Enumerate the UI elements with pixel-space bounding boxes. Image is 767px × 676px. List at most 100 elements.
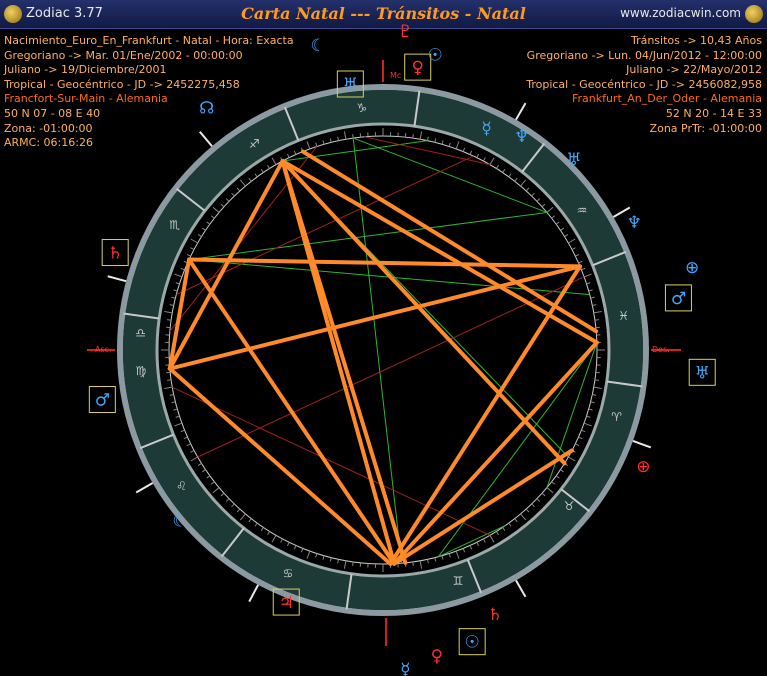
descendant-label: Des. (652, 345, 670, 354)
zodiac-sign-glyph: ♒ (577, 204, 588, 218)
degree-tick (180, 429, 185, 433)
house-cusp-tick (632, 440, 652, 449)
zodiac-sign-glyph: ♈ (611, 410, 622, 424)
degree-tick (568, 456, 576, 462)
zodiac-sign-glyph: ♓ (618, 309, 629, 323)
house-cusp-tick (515, 579, 527, 598)
degree-tick (502, 168, 506, 173)
house-cusp-tick (248, 584, 260, 603)
degree-tick (555, 221, 560, 225)
uranus-icon-3[interactable]: ♅ (695, 363, 710, 383)
degree-tick (206, 475, 211, 479)
degree-tick (329, 557, 332, 562)
pof-icon[interactable]: ⊕ (636, 457, 650, 477)
degree-tick (448, 142, 451, 147)
degree-tick (560, 227, 565, 231)
mercury-icon[interactable]: ☿ (481, 119, 491, 139)
zodiac-sign-glyph: ♏ (169, 218, 180, 232)
degree-tick (201, 469, 206, 473)
degree-tick (190, 456, 198, 462)
saturn-icon[interactable]: ♄ (108, 244, 123, 264)
degree-tick (337, 136, 339, 141)
degree-tick (174, 273, 183, 278)
degree-tick (322, 140, 325, 145)
uranus-icon[interactable]: ♅ (343, 75, 358, 95)
degree-tick (525, 508, 530, 513)
moon-icon[interactable]: ☾ (172, 511, 187, 531)
moon-icon-2[interactable]: ☾ (311, 36, 326, 56)
degree-tick (541, 203, 546, 208)
degree-tick (267, 531, 271, 536)
degree-tick (427, 559, 429, 564)
degree-tick (225, 198, 230, 202)
degree-tick (520, 513, 527, 521)
hard-aspect-line (187, 257, 582, 269)
degree-tick (210, 481, 215, 485)
degree-tick (483, 538, 486, 543)
pluto-icon[interactable]: ♇ (398, 22, 413, 42)
degree-tick (514, 518, 518, 523)
degree-tick (286, 153, 290, 158)
node-icon[interactable]: ☊ (199, 98, 214, 118)
jupiter-icon[interactable]: ♃ (279, 593, 294, 613)
degree-tick (469, 150, 473, 155)
degree-tick (206, 221, 211, 225)
mercury-icon-2[interactable]: ☿ (400, 660, 410, 676)
degree-tick (531, 192, 535, 197)
degree-tick (343, 131, 347, 140)
mars-icon-2[interactable]: ♂ (671, 289, 686, 309)
degree-tick (306, 141, 311, 150)
zodiac-sign-glyph: ♑ (356, 101, 367, 115)
degree-tick (171, 401, 176, 404)
degree-tick (190, 238, 198, 244)
sun-icon-2[interactable]: ☉ (465, 633, 480, 653)
degree-tick (588, 289, 593, 292)
degree-tick (260, 527, 264, 532)
zodiac-sign-glyph: ♌ (176, 479, 187, 493)
degree-tick (201, 227, 206, 231)
degree-tick (462, 548, 466, 553)
uranus-icon-2[interactable]: ♅ (566, 150, 581, 170)
degree-tick (343, 560, 347, 569)
pof-icon-2[interactable]: ⊕ (685, 258, 699, 278)
degree-tick (427, 136, 429, 141)
degree-tick (329, 138, 332, 143)
degree-tick (271, 535, 277, 543)
degree-tick (412, 561, 414, 566)
zodiac-sign-glyph: ♉ (564, 499, 575, 513)
zodiac-sign-glyph: ♊ (453, 574, 464, 588)
degree-tick (171, 296, 176, 299)
degree-tick (315, 142, 318, 147)
mars-icon[interactable]: ♂ (95, 390, 110, 410)
degree-tick (174, 422, 183, 427)
sun-icon[interactable]: ☉ (427, 46, 442, 66)
venus-icon-2[interactable]: ♀ (431, 646, 443, 666)
house-cusp-tick (515, 102, 527, 121)
degree-tick (352, 134, 354, 139)
saturn-icon-2[interactable]: ♄ (488, 605, 503, 625)
degree-tick (286, 542, 290, 547)
zodiac-sign-glyph: ♍ (136, 364, 147, 378)
neptune-icon[interactable]: ♆ (514, 127, 529, 147)
degree-tick (476, 153, 480, 158)
degree-tick (590, 296, 595, 299)
degree-tick (322, 555, 325, 560)
house-cusp-tick (135, 482, 154, 494)
degree-tick (212, 487, 220, 494)
venus-icon[interactable]: ♀ (412, 58, 424, 78)
degree-tick (190, 450, 195, 453)
degree-tick (514, 177, 518, 182)
degree-tick (175, 415, 180, 418)
degree-tick (254, 173, 258, 178)
degree-tick (592, 394, 597, 396)
degree-tick (495, 531, 499, 536)
zodiac-sign-glyph: ♋ (283, 567, 294, 581)
neptune-icon-2[interactable]: ♆ (627, 213, 642, 233)
degree-tick (508, 522, 512, 527)
degree-tick (164, 310, 173, 314)
chart-wheel[interactable]: Asc. Des.Mc ♋♌♍♎♏♐♑♒♓♈♉♊ ♃☾♂♄♅☾♀☉♇☿ ♆♅♆♂♅♄… (0, 0, 767, 676)
degree-tick (164, 386, 173, 390)
degree-tick (231, 192, 235, 197)
degree-tick (586, 282, 591, 285)
degree-tick (190, 247, 195, 250)
